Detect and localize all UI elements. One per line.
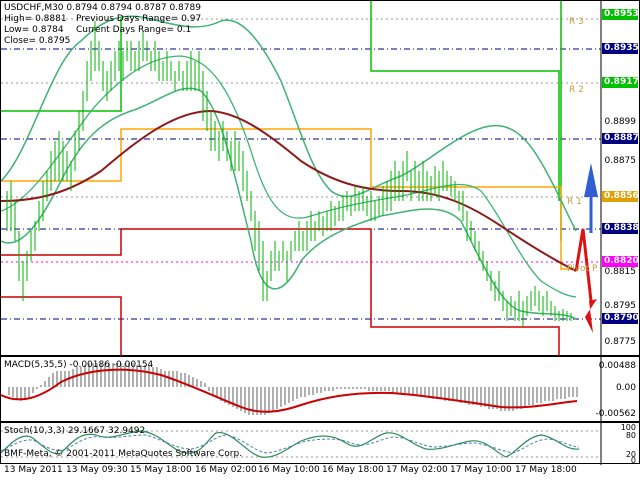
time-axis-label: 16 May 02:00 [195, 465, 257, 475]
price-tag-pivot-p: 0.8820 [602, 256, 639, 267]
r3-label: R 3 [569, 17, 584, 27]
price-pane[interactable]: USDCHF,M30 0.8794 0.8794 0.8787 0.8789 H… [0, 0, 640, 357]
info-prev-range: Previous Days Range= 0.97 [76, 14, 202, 24]
arrow-head-up-icon [584, 163, 598, 197]
macd-axis-min: -0.00562 [595, 409, 636, 419]
price-axis-label: 0.8875 [604, 156, 637, 166]
time-axis-label: 17 May 02:00 [386, 465, 448, 475]
macd-pane[interactable]: MACD(5,35,5) -0.00186 -0.00154 0.00488 0… [0, 356, 640, 423]
r1-label: R 1 [567, 197, 582, 207]
price-axis-label: 0.8775 [604, 337, 637, 347]
price-chart [1, 1, 602, 357]
time-axis-label: 17 May 10:00 [450, 465, 512, 475]
r2-label: R 2 [569, 85, 584, 95]
info-close: Close= 0.8795 [4, 36, 71, 46]
symbol-info: USDCHF,M30 0.8794 0.8794 0.8787 0.8789 [4, 3, 201, 13]
time-axis-label: 16 May 18:00 [322, 465, 384, 475]
info-high: High= 0.8881 [4, 14, 67, 24]
info-low: Low= 0.8784 [4, 25, 64, 35]
macd-axis-max: 0.00488 [598, 361, 636, 371]
arrow-head-down-icon [585, 299, 597, 333]
stochastic-pane[interactable]: Stoch(10,3,3) 29.1667 32.9492 BMF-Meta, … [0, 422, 640, 465]
time-axis-label: 13 May 09:30 [66, 465, 128, 475]
copyright-text: BMF-Meta, © 2001-2011 MetaQuotes Softwar… [4, 449, 243, 459]
stoch-title: Stoch(10,3,3) 29.1667 32.9492 [4, 426, 146, 436]
macd-axis-zero: 0.00 [615, 383, 636, 393]
pivot-label: Pivot P [567, 264, 598, 274]
time-axis-label: 17 May 18:00 [515, 465, 577, 475]
stoch-axis-0: 0 [630, 456, 636, 465]
time-axis-label: 13 May 2011 [4, 465, 63, 475]
price-tag-current: 0.8790 [602, 313, 639, 324]
time-axis-label: 16 May 10:00 [258, 465, 320, 475]
metatrader-chart-window: USDCHF,M30 0.8794 0.8794 0.8787 0.8789 H… [0, 0, 640, 480]
price-tag-r2: 0.8917 [602, 77, 639, 88]
price-tag-level: 0.8838 [602, 223, 639, 234]
price-axis-label: 0.8815 [604, 267, 637, 277]
info-curr-range: Current Days Range= 0.1 [76, 25, 192, 35]
price-tag-level: 0.8935 [602, 43, 639, 54]
stoch-axis-80: 80 [625, 431, 636, 440]
price-axis-label: 0.8795 [604, 301, 637, 311]
macd-title: MACD(5,35,5) -0.00186 -0.00154 [4, 360, 154, 370]
price-tag-r3: 0.8953 [602, 9, 639, 20]
price-tag-pivot: 0.8856 [602, 191, 639, 202]
price-axis-label: 0.8899 [604, 117, 637, 127]
time-axis-label: 15 May 18:00 [130, 465, 192, 475]
price-tag-level: 0.8887 [602, 133, 639, 144]
